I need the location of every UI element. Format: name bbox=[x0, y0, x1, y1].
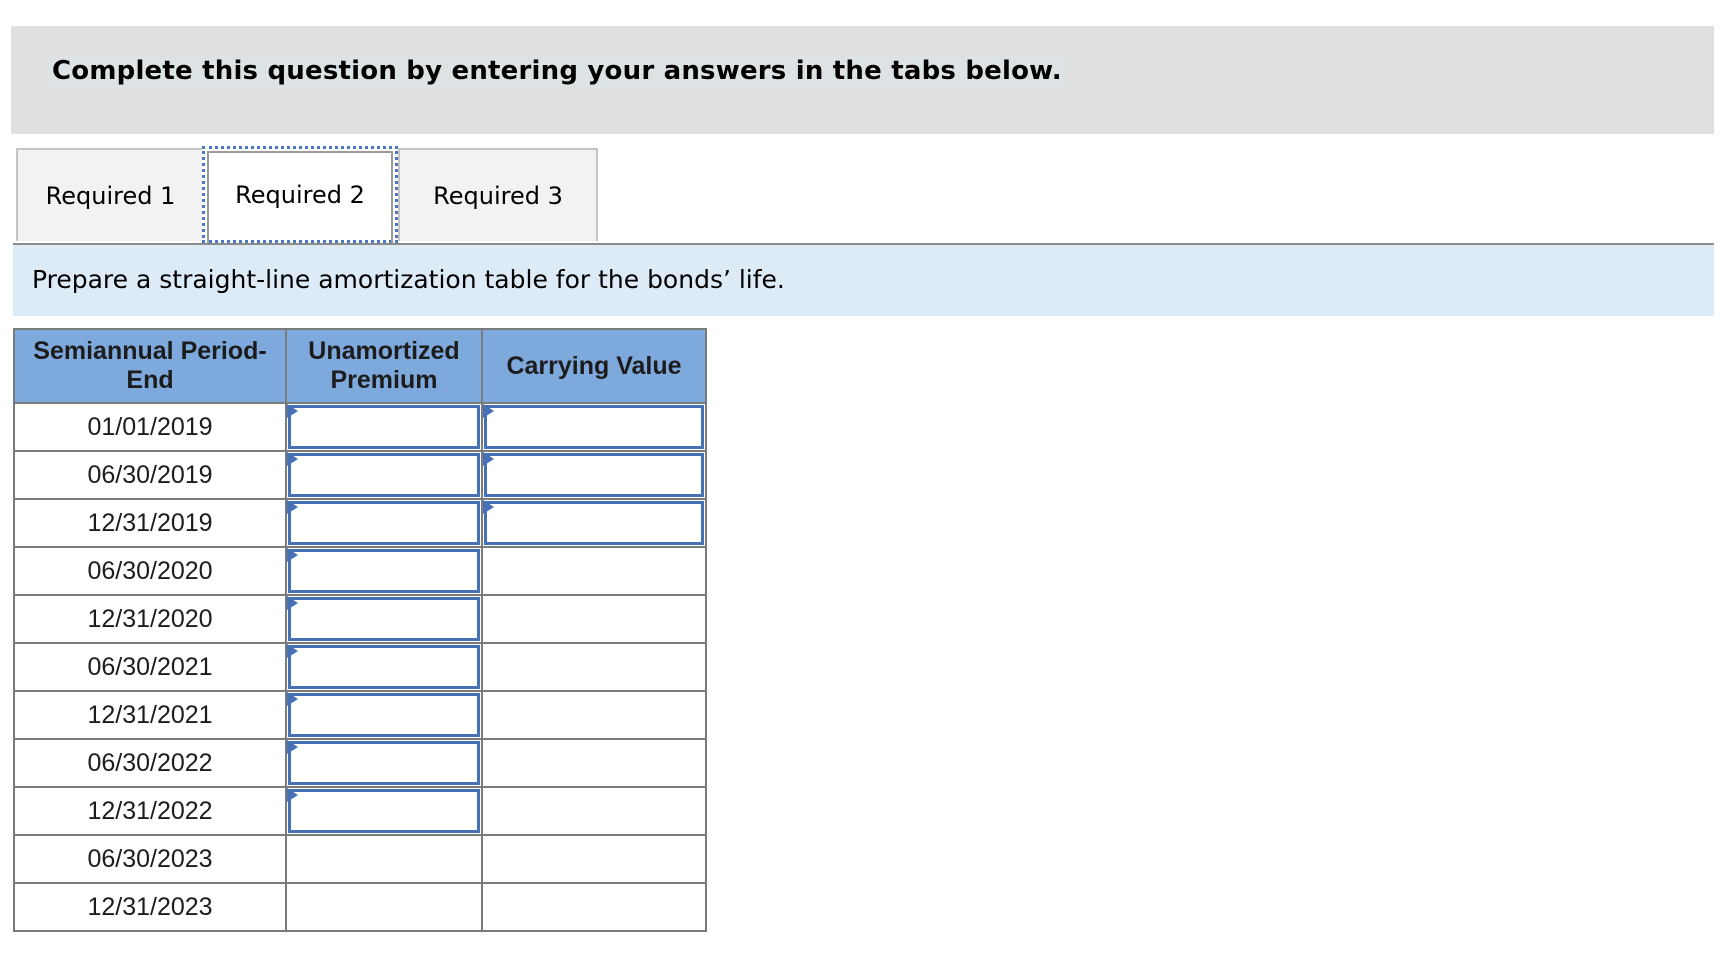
tab-bar: Required 1 Required 2 Required 3 bbox=[13, 146, 1714, 245]
carrying-value-input[interactable] bbox=[484, 453, 704, 497]
input-indicator-icon bbox=[287, 548, 298, 562]
period-end-date: 12/31/2020 bbox=[13, 594, 287, 644]
header-carrying-value: Carrying Value bbox=[481, 328, 707, 404]
table-header-row: Semiannual Period- End Unamortized Premium… bbox=[13, 328, 707, 404]
empty-cell bbox=[481, 642, 707, 692]
table-row: 01/01/2019 bbox=[13, 402, 707, 452]
empty-cell bbox=[285, 834, 483, 884]
empty-cell bbox=[285, 882, 483, 932]
header-period-end: Semiannual Period- End bbox=[13, 328, 287, 404]
input-indicator-icon bbox=[287, 452, 298, 466]
unamortized-premium-input[interactable] bbox=[288, 789, 480, 833]
table-row: 12/31/2021 bbox=[13, 690, 707, 740]
table-row: 06/30/2020 bbox=[13, 546, 707, 596]
input-indicator-icon bbox=[287, 692, 298, 706]
unamortized-premium-input[interactable] bbox=[288, 741, 480, 785]
input-indicator-icon bbox=[287, 500, 298, 514]
input-indicator-icon bbox=[287, 788, 298, 802]
carrying-value-cell bbox=[481, 402, 707, 452]
unamortized-premium-cell bbox=[285, 786, 483, 836]
unamortized-premium-cell bbox=[285, 450, 483, 500]
tab-label: Required 1 bbox=[45, 181, 176, 210]
empty-cell bbox=[481, 546, 707, 596]
table-row: 12/31/2019 bbox=[13, 498, 707, 548]
unamortized-premium-cell bbox=[285, 402, 483, 452]
unamortized-premium-input[interactable] bbox=[288, 645, 480, 689]
banner-text: Complete this question by entering your … bbox=[48, 54, 1066, 88]
unamortized-premium-input[interactable] bbox=[288, 501, 480, 545]
tab-required-3[interactable]: Required 3 bbox=[398, 148, 598, 241]
instructions-banner: Complete this question by entering your … bbox=[11, 26, 1714, 134]
table-row: 06/30/2019 bbox=[13, 450, 707, 500]
empty-cell bbox=[481, 690, 707, 740]
unamortized-premium-cell bbox=[285, 738, 483, 788]
table-row: 06/30/2023 bbox=[13, 834, 707, 884]
period-end-date: 12/31/2021 bbox=[13, 690, 287, 740]
table-row: 06/30/2022 bbox=[13, 738, 707, 788]
input-indicator-icon bbox=[483, 500, 494, 514]
empty-cell bbox=[481, 882, 707, 932]
period-end-date: 12/31/2019 bbox=[13, 498, 287, 548]
header-unamortized-premium: Unamortized Premium bbox=[285, 328, 483, 404]
instruction-text: Prepare a straight-line amortization tab… bbox=[32, 265, 785, 294]
input-indicator-icon bbox=[287, 740, 298, 754]
unamortized-premium-cell bbox=[285, 546, 483, 596]
unamortized-premium-cell bbox=[285, 594, 483, 644]
tab-required-1[interactable]: Required 1 bbox=[16, 148, 205, 241]
empty-cell bbox=[481, 738, 707, 788]
table-row: 12/31/2020 bbox=[13, 594, 707, 644]
table-row: 06/30/2021 bbox=[13, 642, 707, 692]
period-end-date: 12/31/2023 bbox=[13, 882, 287, 932]
unamortized-premium-input[interactable] bbox=[288, 549, 480, 593]
period-end-date: 12/31/2022 bbox=[13, 786, 287, 836]
unamortized-premium-cell bbox=[285, 498, 483, 548]
unamortized-premium-input[interactable] bbox=[288, 597, 480, 641]
input-indicator-icon bbox=[287, 596, 298, 610]
carrying-value-input[interactable] bbox=[484, 501, 704, 545]
table-row: 12/31/2023 bbox=[13, 882, 707, 932]
period-end-date: 06/30/2021 bbox=[13, 642, 287, 692]
carrying-value-cell bbox=[481, 450, 707, 500]
period-end-date: 01/01/2019 bbox=[13, 402, 287, 452]
amortization-table: Semiannual Period- End Unamortized Premium… bbox=[13, 328, 707, 932]
carrying-value-cell bbox=[481, 498, 707, 548]
period-end-date: 06/30/2020 bbox=[13, 546, 287, 596]
empty-cell bbox=[481, 594, 707, 644]
input-indicator-icon bbox=[287, 644, 298, 658]
period-end-date: 06/30/2022 bbox=[13, 738, 287, 788]
input-indicator-icon bbox=[287, 404, 298, 418]
tab-label: Required 2 bbox=[235, 180, 365, 209]
unamortized-premium-input[interactable] bbox=[288, 453, 480, 497]
input-indicator-icon bbox=[483, 404, 494, 418]
period-end-date: 06/30/2023 bbox=[13, 834, 287, 884]
unamortized-premium-cell bbox=[285, 690, 483, 740]
table-row: 12/31/2022 bbox=[13, 786, 707, 836]
tab-label: Required 3 bbox=[433, 181, 563, 210]
unamortized-premium-input[interactable] bbox=[288, 405, 480, 449]
carrying-value-input[interactable] bbox=[484, 405, 704, 449]
unamortized-premium-input[interactable] bbox=[288, 693, 480, 737]
unamortized-premium-cell bbox=[285, 642, 483, 692]
tab-required-2[interactable]: Required 2 bbox=[202, 146, 398, 243]
period-end-date: 06/30/2019 bbox=[13, 450, 287, 500]
input-indicator-icon bbox=[483, 452, 494, 466]
instruction-panel: Prepare a straight-line amortization tab… bbox=[13, 245, 1714, 316]
empty-cell bbox=[481, 786, 707, 836]
empty-cell bbox=[481, 834, 707, 884]
